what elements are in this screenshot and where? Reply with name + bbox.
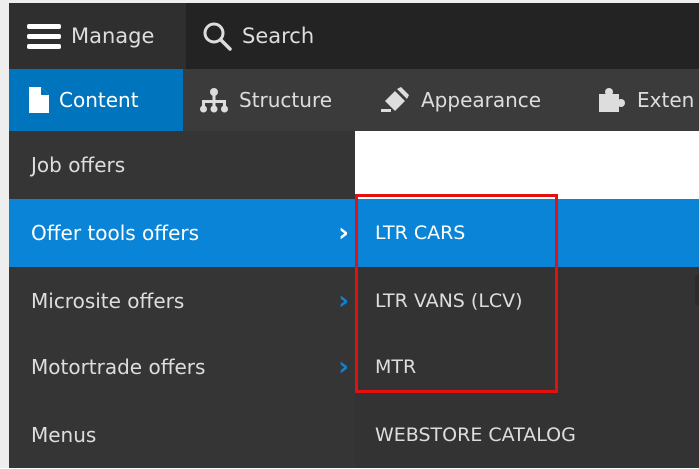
chevron-right-icon: › (338, 218, 349, 248)
submenu-item-label: MTR (375, 356, 417, 378)
menu-item-label: Menus (31, 423, 97, 447)
document-icon (29, 87, 49, 113)
tab-structure[interactable]: Structure (183, 69, 353, 131)
submenu-item-mtr[interactable]: MTR (355, 333, 699, 401)
admin-tray: Content Structure Appearance Exten (9, 69, 699, 131)
menu-item-label: Job offers (31, 153, 126, 177)
manage-button[interactable]: Manage (9, 3, 186, 69)
tab-appearance-label: Appearance (421, 88, 542, 112)
chevron-right-icon: › (338, 352, 349, 382)
menu-item-label: Microsite offers (31, 289, 185, 313)
tab-extend[interactable]: Exten (585, 69, 699, 131)
sitemap-icon (199, 87, 229, 113)
manage-label: Manage (71, 24, 155, 48)
search-button[interactable]: Search (186, 3, 346, 69)
submenu-item-ltr-vans[interactable]: LTR VANS (LCV) (355, 267, 699, 335)
puzzle-icon (597, 86, 627, 114)
menu-item-job-offers[interactable]: Job offers (9, 131, 355, 199)
menu-item-offer-tools-offers[interactable]: Offer tools offers › (9, 199, 355, 267)
background-panel-edge (695, 275, 699, 305)
paint-icon (381, 87, 411, 113)
submenu-item-label: LTR CARS (375, 222, 466, 244)
submenu-item-webstore-catalog[interactable]: WEBSTORE CATALOG (355, 401, 699, 469)
chevron-right-icon: › (338, 286, 349, 316)
admin-toolbar: Manage Search (9, 3, 699, 69)
submenu-item-ltr-cars[interactable]: LTR CARS (355, 199, 699, 267)
hamburger-icon (27, 22, 61, 50)
window-frame-left (0, 0, 9, 468)
search-label: Search (242, 24, 315, 48)
tab-content[interactable]: Content (9, 69, 183, 131)
menu-item-microsite-offers[interactable]: Microsite offers › (9, 267, 355, 335)
menu-item-motortrade-offers[interactable]: Motortrade offers › (9, 333, 355, 401)
menu-item-menus[interactable]: Menus (9, 401, 355, 469)
tab-appearance[interactable]: Appearance (367, 69, 567, 131)
tab-extend-label: Exten (637, 88, 695, 112)
submenu-item-label: WEBSTORE CATALOG (375, 424, 576, 446)
menu-item-label: Offer tools offers (31, 221, 200, 245)
tab-structure-label: Structure (239, 88, 333, 112)
menu-item-label: Motortrade offers (31, 355, 206, 379)
search-icon (202, 21, 232, 51)
content-dropdown-menu: Job offers Offer tools offers › Microsit… (9, 131, 355, 468)
offer-tools-submenu: LTR CARS LTR VANS (LCV) MTR WEBSTORE CAT… (355, 199, 699, 468)
submenu-item-label: LTR VANS (LCV) (375, 290, 523, 312)
tab-content-label: Content (59, 88, 139, 112)
